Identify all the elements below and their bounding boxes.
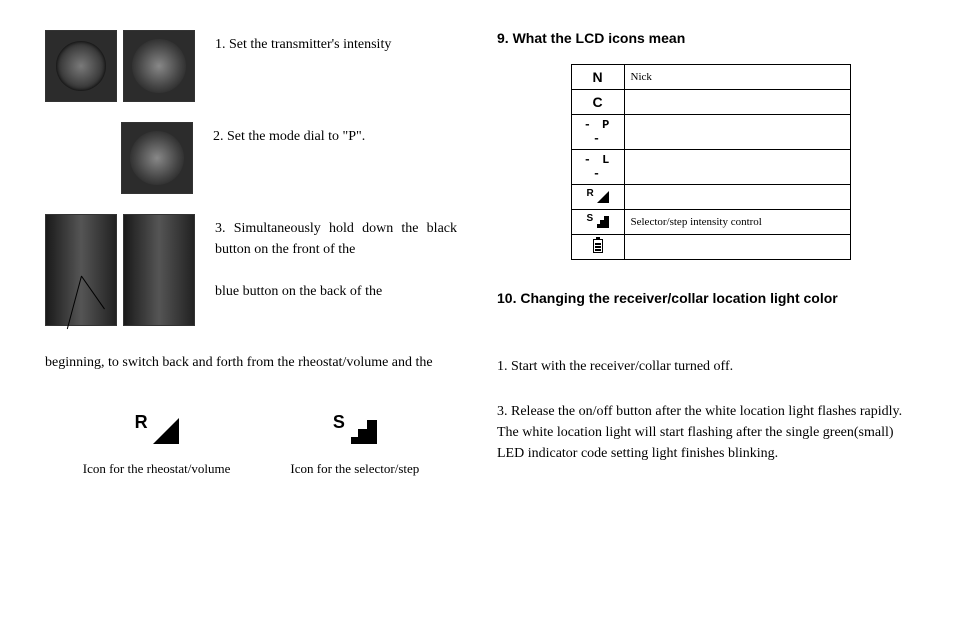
lcd-desc-cell — [624, 185, 850, 210]
lcd-desc-cell — [624, 90, 850, 115]
intensity-dial-image — [45, 30, 117, 102]
rheostat-icon-caption: Icon for the rheostat/volume — [83, 461, 231, 477]
section-10-step-3: 3. Release the on/off button after the w… — [497, 401, 924, 464]
right-column: 9. What the LCD icons mean NNickC- P -- … — [477, 0, 954, 636]
transmitter-front-image — [45, 214, 117, 326]
section-10-heading: 10. Changing the receiver/collar locatio… — [497, 290, 924, 306]
lcd-icon-cell: R — [571, 185, 624, 210]
lcd-icon-cell: - P - — [571, 115, 624, 150]
step-3-text-b: blue button on the back of the — [215, 284, 382, 299]
selector-icon-caption: Icon for the selector/step — [290, 461, 419, 477]
lcd-desc-cell: Nick — [624, 65, 850, 90]
lcd-icon-cell: S — [571, 210, 624, 235]
rheostat-icon: R — [135, 414, 179, 444]
icon-legend-row: R Icon for the rheostat/volume S Icon fo… — [45, 414, 457, 477]
rheostat-mini-icon: R — [587, 189, 609, 203]
lcd-desc-cell: Selector/step intensity control — [624, 210, 850, 235]
lcd-desc-cell — [624, 235, 850, 260]
lcd-icon-cell: - L - — [571, 150, 624, 185]
lcd-table-row: C — [571, 90, 850, 115]
selector-mini-icon: S — [587, 214, 609, 228]
step-1-text: 1. Set the transmitter's intensity — [215, 30, 391, 55]
lcd-table-row: - P - — [571, 115, 850, 150]
lcd-desc-cell — [624, 115, 850, 150]
step-3-text-a: 3. Simultaneously hold down the black bu… — [215, 221, 457, 257]
step-2-row: 2. Set the mode dial to "P". — [45, 122, 457, 194]
lcd-table-row: - L - — [571, 150, 850, 185]
lcd-table-row: S Selector/step intensity control — [571, 210, 850, 235]
lcd-icon-cell: N — [571, 65, 624, 90]
mode-dial-image — [121, 122, 193, 194]
lcd-desc-cell — [624, 150, 850, 185]
lcd-table-row: NNick — [571, 65, 850, 90]
battery-icon — [593, 239, 603, 253]
step-3-row: 3. Simultaneously hold down the black bu… — [45, 214, 457, 326]
step-2-text: 2. Set the mode dial to "P". — [213, 122, 365, 147]
step-3-text: 3. Simultaneously hold down the black bu… — [215, 214, 457, 302]
transmitter-back-image — [123, 214, 195, 326]
selector-step-icon: S — [333, 414, 377, 444]
section-10-steps: 1. Start with the receiver/collar turned… — [497, 356, 924, 464]
section-9-heading: 9. What the LCD icons mean — [497, 30, 924, 46]
left-column: 1. Set the transmitter's intensity 2. Se… — [0, 0, 477, 636]
lcd-table-row — [571, 235, 850, 260]
step-1-row: 1. Set the transmitter's intensity — [45, 30, 457, 102]
lcd-icons-table: NNickC- P -- L - RS Selector/step intensit… — [571, 64, 851, 260]
selector-icon-block: S Icon for the selector/step — [290, 414, 419, 477]
rheostat-icon-block: R Icon for the rheostat/volume — [83, 414, 231, 477]
lcd-icon-cell — [571, 235, 624, 260]
intensity-dial-numbered-image — [123, 30, 195, 102]
continuation-text: beginning, to switch back and forth from… — [45, 352, 457, 374]
section-10-step-1: 1. Start with the receiver/collar turned… — [497, 356, 924, 377]
lcd-table-row: R — [571, 185, 850, 210]
lcd-icon-cell: C — [571, 90, 624, 115]
